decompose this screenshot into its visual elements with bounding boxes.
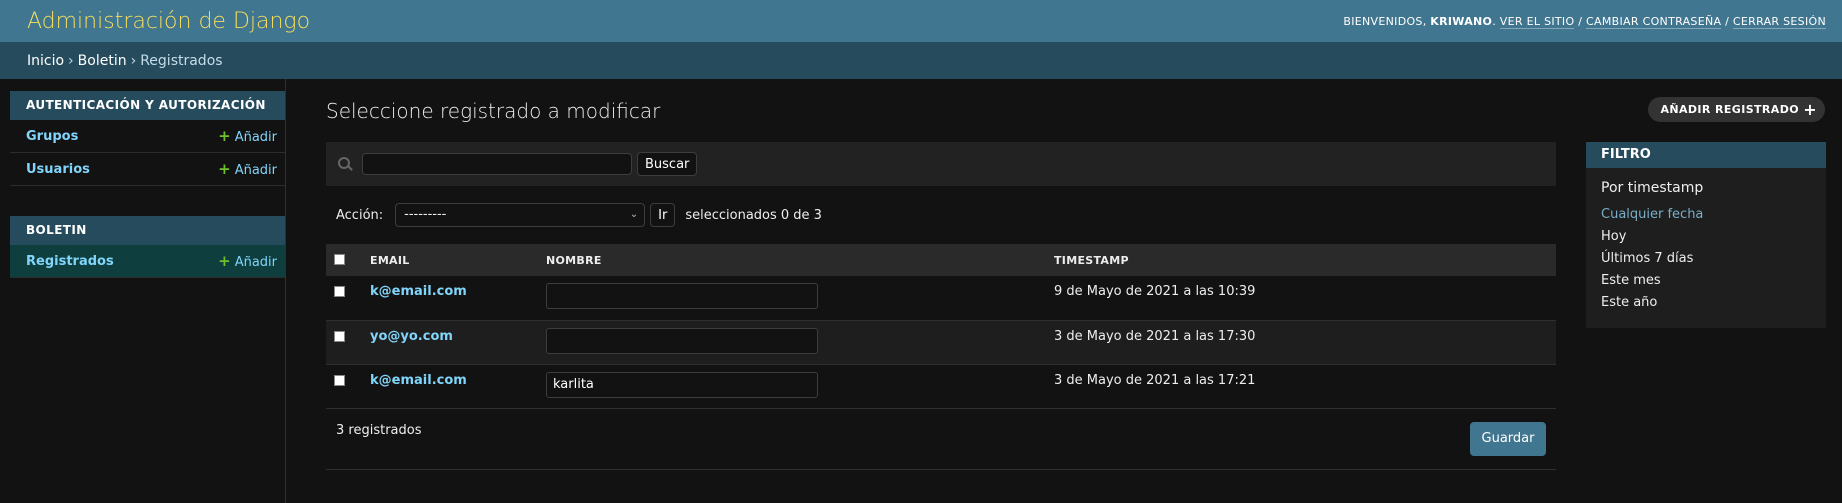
row-checkbox[interactable] xyxy=(334,286,345,297)
changelist-footer: 3 registrados Guardar xyxy=(326,409,1556,470)
breadcrumb: Inicio › Boletin › Registrados xyxy=(0,42,1842,79)
user-tools: Bienvenidos, Kriwano. Ver el sitio / Cam… xyxy=(1343,14,1826,29)
sidebar-module-boletin: Boletin Registrados + Añadir xyxy=(10,216,285,278)
separator: / xyxy=(1574,14,1587,28)
result-count: 3 registrados xyxy=(336,422,422,438)
row-select-cell xyxy=(326,364,362,409)
add-registrado-button[interactable]: Añadir registrado + xyxy=(1648,97,1825,122)
timestamp-cell: 3 de Mayo de 2021 a las 17:30 xyxy=(1046,320,1556,365)
breadcrumb-app[interactable]: Boletin xyxy=(78,53,127,69)
plus-icon: + xyxy=(218,127,231,145)
row-checkbox[interactable] xyxy=(334,374,345,386)
column-header-timestamp[interactable]: Timestamp xyxy=(1046,244,1556,276)
usuarios-link[interactable]: Usuarios xyxy=(26,162,90,177)
nombre-cell xyxy=(538,276,1046,321)
changelist: Buscar Acción: --------- ⌄ Ir selecciona… xyxy=(326,142,1556,470)
save-button[interactable]: Guardar xyxy=(1470,421,1546,456)
change-password-link[interactable]: Cambiar contraseña xyxy=(1586,14,1722,29)
add-label: Añadir xyxy=(234,130,277,145)
nombre-input[interactable] xyxy=(546,327,818,354)
add-button-label: Añadir registrado xyxy=(1660,103,1799,116)
row-select-cell xyxy=(326,276,362,321)
filter-option-today[interactable]: Hoy xyxy=(1586,226,1826,248)
email-cell: k@email.com xyxy=(362,276,538,321)
add-label: Añadir xyxy=(234,163,277,178)
filter-panel: Filtro Por timestamp Cualquier fecha Hoy… xyxy=(1586,142,1826,328)
chevron-down-icon: ⌄ xyxy=(629,209,639,220)
result-table: Email Nombre Timestamp k@email.com 9 de … xyxy=(326,244,1556,409)
grupos-link[interactable]: Grupos xyxy=(26,129,78,144)
plus-icon: + xyxy=(218,160,231,178)
breadcrumb-separator: › xyxy=(68,52,74,69)
nombre-input[interactable]: karlita xyxy=(546,371,818,398)
timestamp-cell: 3 de Mayo de 2021 a las 17:21 xyxy=(1046,364,1556,409)
email-link[interactable]: k@email.com xyxy=(370,284,467,299)
timestamp-cell: 9 de Mayo de 2021 a las 10:39 xyxy=(1046,276,1556,321)
module-caption[interactable]: Autenticación y autorización xyxy=(10,91,285,120)
email-cell: k@email.com xyxy=(362,364,538,409)
row-checkbox[interactable] xyxy=(334,330,345,342)
nav-sidebar: Autenticación y autorización Grupos + Aña… xyxy=(0,79,286,503)
nombre-input[interactable] xyxy=(546,283,818,309)
breadcrumb-home[interactable]: Inicio xyxy=(27,53,64,69)
separator: / xyxy=(1721,14,1733,28)
column-header-nombre[interactable]: Nombre xyxy=(538,244,1046,276)
usuarios-add-link[interactable]: + Añadir xyxy=(218,160,277,178)
email-link[interactable]: k@email.com xyxy=(370,373,467,388)
sidebar-item-grupos: Grupos + Añadir xyxy=(10,120,285,153)
breadcrumb-current: Registrados xyxy=(140,52,223,69)
filter-option-this-month[interactable]: Este mes xyxy=(1586,270,1826,292)
header: Administración de Django Bienvenidos, Kr… xyxy=(0,0,1842,42)
breadcrumb-separator: › xyxy=(130,52,137,69)
action-selected-value: --------- xyxy=(404,207,447,222)
select-all-checkbox[interactable] xyxy=(334,254,345,265)
page-title: Seleccione registrado a modificar xyxy=(326,99,661,123)
column-header-email[interactable]: Email xyxy=(362,244,538,276)
action-select[interactable]: --------- ⌄ xyxy=(395,203,646,227)
filter-subtitle: Por timestamp xyxy=(1601,180,1704,196)
email-link[interactable]: yo@yo.com xyxy=(370,329,453,344)
nombre-cell: karlita xyxy=(538,364,1046,409)
search-button[interactable]: Buscar xyxy=(637,152,698,176)
welcome-text: Bienvenidos, xyxy=(1343,14,1431,28)
table-row: k@email.com karlita 3 de Mayo de 2021 a … xyxy=(326,364,1556,409)
logout-link[interactable]: Cerrar sesión xyxy=(1732,14,1826,29)
sidebar-item-registrados: Registrados + Añadir xyxy=(10,245,285,278)
registrados-add-link[interactable]: + Añadir xyxy=(218,252,277,270)
row-select-cell xyxy=(326,320,362,365)
registrados-link[interactable]: Registrados xyxy=(26,254,114,269)
nombre-cell xyxy=(538,320,1046,365)
username: Kriwano xyxy=(1430,14,1493,28)
view-site-link[interactable]: Ver el sitio xyxy=(1499,14,1575,29)
go-button[interactable]: Ir xyxy=(650,203,676,227)
email-cell: yo@yo.com xyxy=(362,320,538,365)
actions-bar: Acción: --------- ⌄ Ir seleccionados 0 d… xyxy=(326,186,1556,244)
module-caption[interactable]: Boletin xyxy=(10,216,285,245)
content: Seleccione registrado a modificar Añadir… xyxy=(286,79,1842,503)
table-row: yo@yo.com 3 de Mayo de 2021 a las 17:30 xyxy=(326,320,1556,365)
table-header-row: Email Nombre Timestamp xyxy=(326,244,1556,276)
search-toolbar: Buscar xyxy=(326,142,1556,186)
plus-icon: + xyxy=(218,252,231,270)
table-row: k@email.com 9 de Mayo de 2021 a las 10:3… xyxy=(326,276,1556,321)
sidebar-item-usuarios: Usuarios + Añadir xyxy=(10,153,285,186)
filter-option-last-7-days[interactable]: Últimos 7 días xyxy=(1586,248,1826,270)
sidebar-module-auth: Autenticación y autorización Grupos + Aña… xyxy=(10,91,285,186)
filter-title: Filtro xyxy=(1586,142,1826,168)
grupos-add-link[interactable]: + Añadir xyxy=(218,127,277,145)
add-label: Añadir xyxy=(234,255,277,270)
filter-option-this-year[interactable]: Este año xyxy=(1586,292,1826,314)
plus-icon: + xyxy=(1803,100,1817,119)
action-counter: seleccionados 0 de 3 xyxy=(685,207,822,223)
site-branding[interactable]: Administración de Django xyxy=(27,9,310,34)
filter-option-any-date[interactable]: Cualquier fecha xyxy=(1586,204,1826,226)
search-icon xyxy=(336,155,354,173)
search-input[interactable] xyxy=(362,153,632,175)
action-label: Acción: xyxy=(336,207,384,223)
select-all-header xyxy=(326,244,362,276)
